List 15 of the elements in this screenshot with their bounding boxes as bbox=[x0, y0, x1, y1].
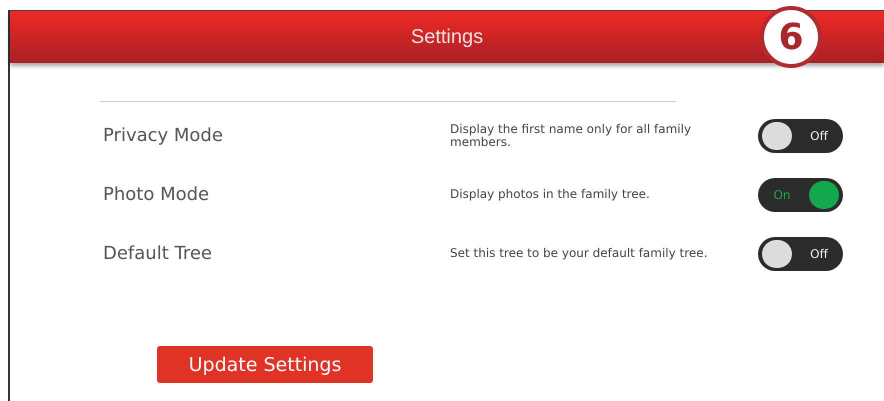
setting-label: Privacy Mode bbox=[103, 125, 224, 146]
setting-description: Display the first name only for all family members. bbox=[450, 122, 692, 148]
toggle-switch[interactable]: Off bbox=[758, 118, 843, 152]
header-title: Settings bbox=[410, 26, 484, 48]
toggle-text: Off bbox=[809, 128, 830, 142]
setting-label: Default Tree bbox=[103, 243, 213, 264]
toggle-switch[interactable]: Off bbox=[758, 236, 843, 270]
toggle-text: Off bbox=[809, 246, 830, 260]
setting-description: Display photos in the family tree. bbox=[450, 188, 651, 201]
toggle-text: On bbox=[772, 188, 792, 202]
step-badge: 6 bbox=[760, 6, 822, 68]
update-settings-button[interactable]: Update Settings bbox=[157, 346, 373, 383]
setting-label: Photo Mode bbox=[103, 184, 210, 205]
toggle-switch[interactable]: On bbox=[758, 178, 843, 212]
setting-description: Set this tree to be your default family tree. bbox=[450, 247, 709, 260]
